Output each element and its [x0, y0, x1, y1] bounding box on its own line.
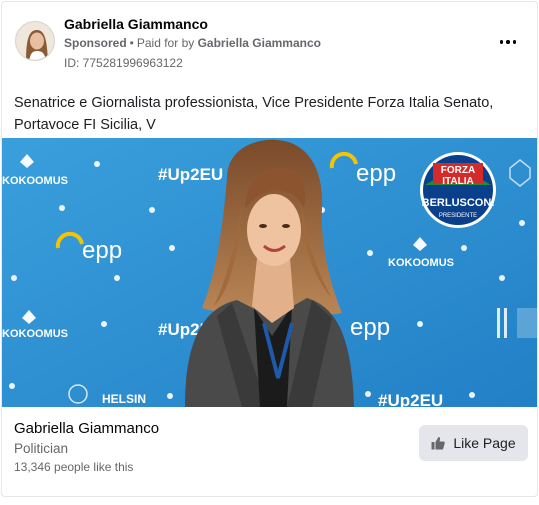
avatar[interactable] — [15, 21, 55, 61]
sponsored-label[interactable]: Sponsored — [64, 36, 127, 50]
epp-text: epp — [350, 314, 390, 341]
post-body-text: Senatrice e Giornalista professionista, … — [14, 95, 494, 133]
ad-id: ID: 775281996963122 — [64, 56, 183, 70]
separator-dot: • — [129, 36, 134, 50]
paid-for-name: Gabriella Giammanco — [197, 36, 321, 50]
sponsored-post-card: Gabriella Giammanco Sponsored • Paid for b… — [1, 1, 538, 497]
like-page-button[interactable]: Like Page — [419, 425, 528, 461]
footer-category: Politician — [14, 441, 69, 456]
kokoomus-text: KOKOOMUS — [388, 257, 454, 269]
up2eu-text: #Up2EU — [378, 391, 443, 407]
berlusconi-text: BERLUSCONI — [422, 197, 495, 209]
forza-italia-logo: FORZA ITALIA BERLUSCONI PRESIDENTE — [420, 152, 496, 228]
footer-like-count: 13,346 people like this — [14, 460, 134, 474]
footer-page-name[interactable]: Gabriella Giammanco — [14, 420, 159, 437]
italia-text: ITALIA — [442, 176, 473, 187]
thumbs-up-icon — [431, 437, 446, 450]
epp-text: epp — [356, 160, 396, 187]
page-name[interactable]: Gabriella Giammanco — [64, 16, 208, 32]
presidente-text: PRESIDENTE — [439, 213, 477, 219]
kokoomus-text: KOKOOMUS — [2, 175, 68, 187]
epp-logo-3: epp — [350, 314, 390, 341]
ad-creative-image[interactable]: KOKOOMUS KOKOOMUS KOKOOMUS #Up2EU #Up2EU… — [2, 138, 537, 407]
up2eu-text: #Up2EU — [158, 165, 223, 184]
helsinki-text: HELSIN — [102, 392, 146, 406]
more-options-button[interactable] — [493, 30, 523, 54]
sponsored-line: Sponsored • Paid for by Gabriella Giammanc… — [64, 36, 321, 50]
kokoomus-text: KOKOOMUS — [2, 328, 68, 340]
epp-text: epp — [82, 237, 122, 264]
forza-text: FORZA — [441, 165, 475, 176]
more-horizontal-icon — [499, 40, 517, 44]
paid-for-prefix: Paid for by — [136, 36, 195, 50]
like-page-label: Like Page — [453, 435, 516, 451]
